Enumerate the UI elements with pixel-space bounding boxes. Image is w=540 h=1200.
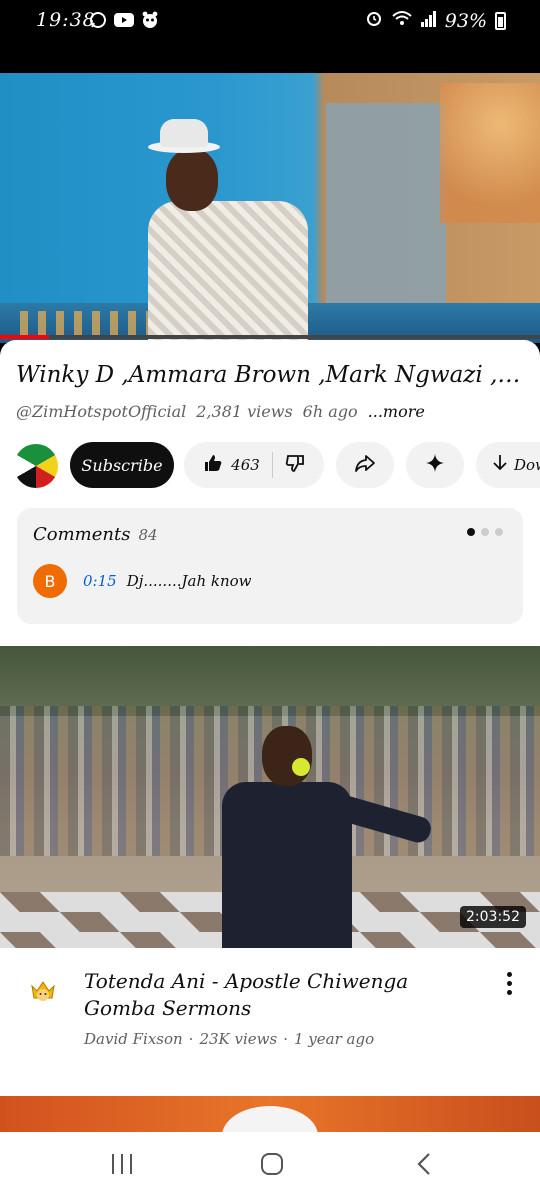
video-meta[interactable]: @ZimHotspotOfficial 2,381 views 6h ago .… <box>16 402 425 421</box>
recent-apps-icon <box>110 1153 134 1179</box>
remix-button[interactable] <box>406 442 464 488</box>
recent-apps-button[interactable] <box>102 1150 142 1182</box>
next-video-meta: David Fixson · 23K views · 1 year ago <box>84 1030 374 1048</box>
next-video-channel: David Fixson <box>84 1030 183 1048</box>
like-dislike-pill: 463 <box>184 442 324 488</box>
download-icon <box>492 453 508 477</box>
system-navigation-bar <box>0 1132 540 1200</box>
whatsapp-icon <box>88 10 108 30</box>
video-background-sunset <box>440 83 540 223</box>
home-icon <box>260 1152 284 1180</box>
singer-shirt <box>148 201 308 343</box>
alarm-icon <box>365 9 383 32</box>
comments-panel[interactable]: Comments 84 B 0:15 Dj........Jah know <box>17 508 523 624</box>
microphone <box>292 758 310 776</box>
battery-icon <box>495 11 506 30</box>
video-singer <box>148 113 308 343</box>
kebab-dot <box>507 990 512 995</box>
pager-dot <box>495 528 503 536</box>
video-background-wall <box>326 103 446 303</box>
like-button[interactable]: 463 <box>203 452 273 478</box>
video-title[interactable]: Winky D ,Ammara Brown ,Mark Ngwazi ,Ma..… <box>16 362 526 388</box>
download-label: Dow <box>514 456 540 474</box>
next-video-thumbnail[interactable]: 2:03:52 <box>0 646 540 948</box>
video-frame[interactable] <box>0 73 540 343</box>
thumbs-up-icon <box>203 453 223 477</box>
playback-progress-fill <box>0 335 49 339</box>
download-button[interactable]: Dow <box>476 442 540 488</box>
channel-handle: @ZimHotspotOfficial <box>16 402 187 421</box>
app-icon <box>140 10 160 30</box>
comments-count: 84 <box>138 526 158 544</box>
back-icon <box>416 1152 432 1180</box>
pager-dot <box>467 528 475 536</box>
kebab-dot <box>507 972 512 977</box>
comments-header: Comments 84 <box>33 524 158 545</box>
status-right: 93% <box>365 9 506 32</box>
like-count: 463 <box>231 456 260 474</box>
comments-pager-dots <box>467 528 503 536</box>
thumbnail-preacher <box>222 726 434 948</box>
subscribe-button[interactable]: Subscribe <box>70 442 174 488</box>
comment-timestamp[interactable]: 0:15 <box>83 572 117 590</box>
sparkle-icon <box>425 453 445 477</box>
dislike-button[interactable] <box>273 453 305 477</box>
youtube-icon <box>114 10 134 30</box>
video-candles <box>20 311 160 337</box>
action-row: Subscribe 463 Do <box>14 442 540 490</box>
meta-separator: · <box>283 1030 288 1048</box>
comments-label: Comments <box>33 524 131 545</box>
status-time: 19:38 <box>36 9 96 31</box>
next-video-age: 1 year ago <box>293 1030 375 1048</box>
battery-percent: 93% <box>444 9 487 32</box>
share-icon <box>354 453 376 477</box>
kebab-dot <box>507 981 512 986</box>
preacher-head <box>262 726 312 786</box>
singer-head <box>166 149 218 211</box>
home-button[interactable] <box>252 1150 292 1182</box>
thumbs-down-icon <box>285 453 305 477</box>
more-link[interactable]: ...more <box>368 402 425 421</box>
singer-hat <box>160 119 208 147</box>
share-button[interactable] <box>336 442 394 488</box>
view-count: 2,381 views <box>196 402 293 421</box>
top-comment: 0:15 Dj........Jah know <box>83 572 252 590</box>
pager-dot <box>481 528 489 536</box>
commenter-avatar: B <box>33 564 67 598</box>
meta-separator: · <box>188 1030 194 1048</box>
watch-page: Winky D ,Ammara Brown ,Mark Ngwazi ,Ma..… <box>0 340 540 1132</box>
following-video-thumbnail[interactable] <box>0 1096 540 1132</box>
playback-progress-bar[interactable] <box>0 335 540 339</box>
next-video-title[interactable]: Totenda Ani - Apostle Chiwenga Gomba Ser… <box>84 968 474 1022</box>
notification-icons <box>88 10 160 30</box>
video-duration-badge: 2:03:52 <box>460 906 526 928</box>
crown-icon[interactable] <box>28 976 58 1006</box>
following-thumbnail-shape <box>222 1106 318 1132</box>
channel-avatar[interactable] <box>14 444 58 488</box>
status-bar: 19:38 93% <box>0 0 540 40</box>
back-button[interactable] <box>404 1150 444 1182</box>
next-video-views: 23K views <box>199 1030 278 1048</box>
more-options-icon[interactable] <box>507 972 512 995</box>
video-player[interactable] <box>0 40 540 343</box>
comment-text: Dj........Jah know <box>126 572 252 590</box>
signal-icon <box>420 10 437 32</box>
upload-age: 6h ago <box>302 402 358 421</box>
wifi-icon <box>391 9 413 32</box>
